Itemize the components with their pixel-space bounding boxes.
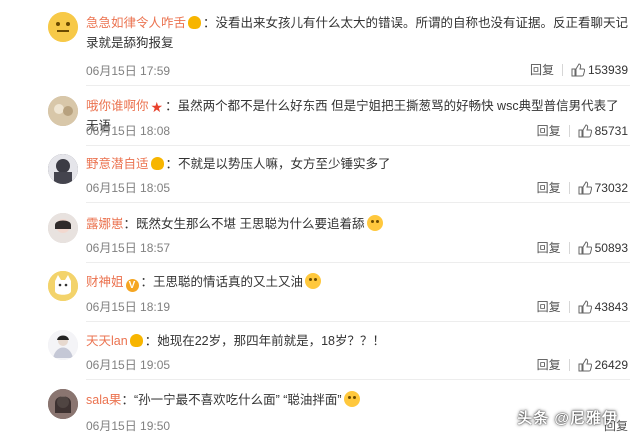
avatar[interactable] xyxy=(48,154,78,184)
comment-actions: 回复 26429 xyxy=(537,356,628,373)
username-link[interactable]: 露娜崽 xyxy=(86,217,124,231)
comment-text: 王思聪的情话真的又土又油 xyxy=(153,275,304,289)
like-icon[interactable] xyxy=(578,299,592,314)
like-count: 43843 xyxy=(594,299,628,314)
reply-button[interactable]: 回复 xyxy=(537,239,561,256)
username-link[interactable]: 天天lan xyxy=(86,334,128,348)
watermark: 头条 @尼雅伊 xyxy=(517,410,618,427)
comment-time: 06月15日 19:05 xyxy=(86,358,171,372)
illustration-avatar-icon xyxy=(48,330,78,360)
like-icon[interactable] xyxy=(578,357,592,372)
like-count: 153939 xyxy=(587,62,628,77)
avatar[interactable] xyxy=(48,389,78,419)
comment-actions: 回复 73032 xyxy=(537,179,628,196)
comment-actions: 回复 43843 xyxy=(537,298,628,315)
smile-emoji-icon xyxy=(366,215,383,231)
avatar[interactable] xyxy=(48,271,78,301)
photo-avatar-icon xyxy=(48,213,78,243)
avatar[interactable] xyxy=(48,12,78,42)
comment-divider xyxy=(86,262,630,263)
reply-button[interactable]: 回复 xyxy=(537,122,561,139)
like-icon[interactable] xyxy=(578,240,592,255)
comment-line: 露娜崽：既然女生那么不堪 王思聪为什么要追着舔 xyxy=(86,214,630,234)
comment-actions: 回复 153939 xyxy=(530,61,628,78)
member-badge-icon xyxy=(150,157,164,170)
username-link[interactable]: 财神姐 xyxy=(86,275,124,289)
photo-avatar-icon xyxy=(48,154,78,184)
comment-divider xyxy=(86,85,630,86)
avatar[interactable] xyxy=(48,96,78,126)
reply-button[interactable]: 回复 xyxy=(537,179,561,196)
avatar[interactable] xyxy=(48,213,78,243)
comment-line: 野意潜自适 ：不就是以势压人嘛，女方至少锤实多了 xyxy=(86,157,391,171)
comment-text: “孙一宁最不喜欢吃什么面” “聪油拌面” xyxy=(133,393,342,407)
reply-button[interactable]: 回复 xyxy=(530,61,554,78)
photo-avatar-icon xyxy=(48,389,78,419)
cat-avatar-icon xyxy=(48,271,78,301)
like-count: 26429 xyxy=(594,357,628,372)
username-link[interactable]: 哦你谁啊你 xyxy=(86,99,149,113)
like-icon[interactable] xyxy=(578,180,592,195)
like-count: 85731 xyxy=(594,123,628,138)
comment-divider xyxy=(86,379,630,380)
divider xyxy=(568,241,570,254)
like-icon[interactable] xyxy=(578,123,592,138)
comment-line: 急急如律令人咋舌 ：没看出来女孩儿有什么太大的错误。所谓的自称也没有证据。反正看聊… xyxy=(86,16,629,50)
photo-avatar-icon xyxy=(48,96,78,126)
comment-time: 06月15日 17:59 xyxy=(86,64,171,78)
avatar[interactable] xyxy=(48,330,78,360)
comment-time: 06月15日 18:05 xyxy=(86,181,171,195)
comment-time: 06月15日 19:50 xyxy=(86,419,171,433)
comment-time: 06月15日 18:57 xyxy=(86,241,171,255)
comment-time: 06月15日 18:19 xyxy=(86,300,171,314)
comment-actions: 回复 50893 xyxy=(537,239,628,256)
comment-actions: 回复 85731 xyxy=(537,122,628,139)
comment-divider xyxy=(86,202,630,203)
comment-divider xyxy=(86,321,630,322)
member-badge-icon xyxy=(188,16,202,29)
verified-badge-icon: V xyxy=(125,279,139,292)
username-link[interactable]: 急急如律令人咋舌 xyxy=(86,16,186,30)
like-count: 73032 xyxy=(594,180,628,195)
reply-button[interactable]: 回复 xyxy=(537,356,561,373)
emoji-face-avatar-icon xyxy=(48,12,78,42)
divider xyxy=(568,300,570,313)
comment-text: 既然女生那么不堪 王思聪为什么要追着舔 xyxy=(136,217,365,231)
divider xyxy=(568,124,570,137)
like-icon[interactable] xyxy=(571,62,585,77)
star-badge-icon: ★ xyxy=(150,99,164,115)
comment-time: 06月15日 18:08 xyxy=(86,124,171,138)
comment-line: 天天lan ：她现在22岁，那四年前就是，18岁？？！ xyxy=(86,334,386,348)
comment-text: 她现在22岁，那四年前就是，18岁？？！ xyxy=(157,334,386,348)
comment-line: 财神姐 V ：王思聪的情话真的又土又油 xyxy=(86,272,630,292)
comment-text: 不就是以势压人嘛，女方至少锤实多了 xyxy=(178,157,391,171)
comment-divider xyxy=(86,145,630,146)
divider xyxy=(568,358,570,371)
divider xyxy=(561,63,563,76)
divider xyxy=(568,181,570,194)
reply-button[interactable]: 回复 xyxy=(537,298,561,315)
laugh-emoji-icon xyxy=(305,273,322,289)
username-link[interactable]: sala果 xyxy=(86,393,121,407)
cute-emoji-icon xyxy=(343,391,360,407)
username-link[interactable]: 野意潜自适 xyxy=(86,157,149,171)
member-badge-icon xyxy=(129,334,143,347)
like-count: 50893 xyxy=(594,240,628,255)
